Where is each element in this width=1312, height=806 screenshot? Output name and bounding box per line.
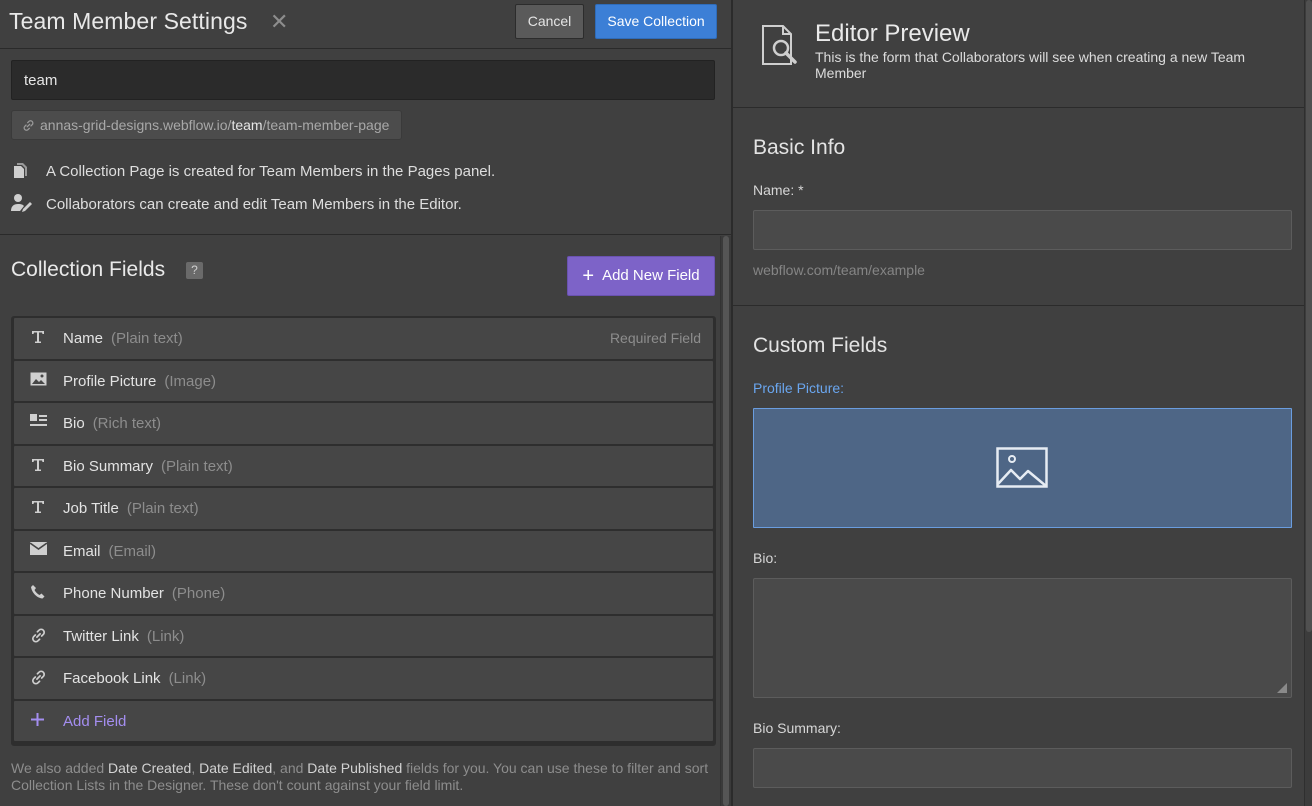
note-date-created: Date Created	[108, 760, 192, 776]
basic-info-section: Basic Info Name: * webflow.com/team/exam…	[733, 108, 1304, 306]
field-row-name[interactable]: Name (Plain text) Required Field	[14, 318, 713, 359]
link-icon	[22, 119, 36, 135]
left-scrollbar[interactable]	[720, 236, 731, 806]
bio-textarea[interactable]	[753, 578, 1292, 698]
note-text: ,	[191, 760, 200, 776]
info-collaborators: Collaborators can create and edit Team M…	[11, 193, 462, 217]
image-placeholder-icon	[996, 447, 1048, 488]
field-type: (Image)	[164, 372, 217, 390]
field-name: Phone Number	[63, 585, 164, 602]
field-type: (Rich text)	[92, 415, 162, 432]
profile-picture-label: Profile Picture:	[753, 380, 845, 396]
field-name: Bio	[63, 415, 85, 432]
system-fields-note: We also added Date Created, Date Edited,…	[11, 760, 716, 794]
field-name: Profile Picture	[63, 372, 157, 390]
url-slug: team	[231, 117, 263, 133]
preview-header: Editor Preview This is the form that Col…	[733, 0, 1304, 108]
field-name: Twitter Link	[63, 627, 139, 645]
editor-preview-panel: Editor Preview This is the form that Col…	[731, 0, 1312, 806]
field-row-bio[interactable]: Bio (Rich text)	[14, 403, 713, 444]
collection-settings-panel: Team Member Settings ✕ Cancel Save Colle…	[0, 0, 731, 806]
field-type: (Link)	[146, 627, 185, 645]
user-edit-icon	[11, 193, 33, 217]
image-upload-area[interactable]	[753, 408, 1292, 528]
link-icon	[30, 627, 50, 645]
cancel-button[interactable]: Cancel	[515, 4, 584, 39]
image-icon	[30, 372, 50, 390]
info-collection-page-text: A Collection Page is created for Team Me…	[46, 163, 496, 180]
field-row-job-title[interactable]: Job Title (Plain text)	[14, 488, 713, 529]
collection-url-pill[interactable]: annas-grid-designs.webflow.io/team/team-…	[11, 110, 403, 140]
info-collection-page: A Collection Page is created for Team Me…	[11, 162, 495, 184]
field-type: (Link)	[168, 670, 207, 687]
field-type: (Plain text)	[161, 457, 233, 475]
preview-description: This is the form that Collaborators will…	[815, 49, 1246, 81]
custom-fields-section: Custom Fields Profile Picture: Bio: Bio …	[733, 307, 1304, 806]
slug-hint: webflow.com/team/example	[753, 262, 925, 278]
help-icon[interactable]: ?	[186, 262, 203, 279]
note-date-published: Date Published	[307, 760, 403, 776]
plus-icon	[30, 712, 50, 730]
text-icon	[30, 329, 50, 347]
field-type: (Plain text)	[111, 330, 183, 347]
add-new-field-button[interactable]: + Add New Field	[567, 256, 715, 296]
close-icon[interactable]: ✕	[270, 9, 288, 35]
field-name: Facebook Link	[63, 670, 161, 687]
field-row-profile-picture[interactable]: Profile Picture (Image)	[14, 360, 713, 401]
field-row-bio-summary[interactable]: Bio Summary (Plain text)	[14, 445, 713, 486]
url-prefix: annas-grid-designs.webflow.io/	[40, 117, 232, 133]
page-title: Team Member Settings	[9, 8, 248, 34]
field-type: (Plain text)	[126, 500, 199, 517]
preview-search-icon	[759, 24, 803, 68]
preview-title: Editor Preview	[815, 20, 970, 47]
preview-name-input[interactable]	[753, 210, 1292, 250]
note-date-edited: Date Edited	[199, 760, 273, 776]
bio-summary-label: Bio Summary:	[753, 720, 841, 736]
settings-header: Team Member Settings ✕ Cancel Save Colle…	[0, 0, 731, 49]
scrollbar-thumb[interactable]	[723, 236, 729, 806]
basic-info-title: Basic Info	[753, 136, 846, 159]
phone-icon	[30, 584, 50, 602]
field-name: Job Title	[63, 500, 119, 517]
collection-fields-title: Collection Fields	[11, 258, 166, 281]
bio-summary-input[interactable]	[753, 748, 1292, 788]
plus-icon: +	[582, 265, 595, 287]
resize-grip-icon[interactable]	[1277, 683, 1287, 693]
field-row-email[interactable]: Email (Email)	[14, 530, 713, 571]
pages-icon	[11, 162, 33, 184]
right-scrollbar[interactable]	[1304, 0, 1312, 806]
info-collaborators-text: Collaborators can create and edit Team M…	[46, 196, 462, 213]
field-name: Name	[63, 330, 104, 347]
collection-fields-section: Collection Fields ? + Add New Field Name (…	[0, 236, 720, 806]
save-collection-button[interactable]: Save Collection	[595, 4, 717, 39]
add-new-field-label: Add New Field	[602, 267, 700, 284]
add-field-button[interactable]: Add Field	[14, 700, 713, 741]
custom-fields-title: Custom Fields	[753, 334, 888, 357]
field-list: Name (Plain text) Required Field Profile …	[11, 316, 716, 746]
collection-name-section: annas-grid-designs.webflow.io/team/team-…	[0, 50, 731, 235]
required-field-label: Required Field	[609, 330, 701, 346]
email-icon	[29, 541, 50, 560]
scrollbar-thumb[interactable]	[1306, 0, 1312, 632]
field-row-phone-number[interactable]: Phone Number (Phone)	[14, 573, 713, 614]
note-text: We also added	[11, 760, 109, 776]
note-text: , and	[272, 760, 308, 776]
bio-label: Bio:	[753, 550, 778, 566]
field-row-facebook-link[interactable]: Facebook Link (Link)	[14, 658, 713, 699]
field-name: Bio Summary	[63, 457, 154, 475]
link-icon	[30, 669, 50, 687]
rich-text-icon	[30, 414, 50, 432]
collection-name-input[interactable]	[11, 60, 715, 100]
field-row-twitter-link[interactable]: Twitter Link (Link)	[14, 615, 713, 656]
url-suffix: /team-member-page	[262, 117, 390, 133]
field-type: (Phone)	[171, 585, 226, 602]
add-field-label: Add Field	[63, 712, 127, 730]
field-name: Email	[63, 542, 101, 560]
field-type: (Email)	[108, 542, 157, 560]
name-label: Name: *	[753, 182, 804, 198]
text-icon	[30, 499, 50, 517]
text-icon	[30, 457, 50, 475]
